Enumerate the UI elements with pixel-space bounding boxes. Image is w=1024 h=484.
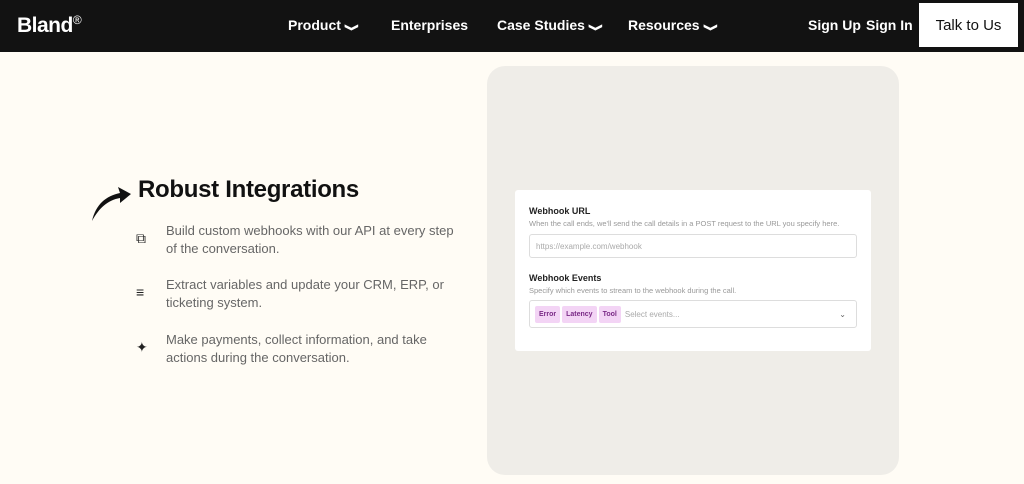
webhook-url-input[interactable]: https://example.com/webhook [529,234,857,258]
nav-label: Enterprises [391,17,469,33]
chevron-down-icon: ⌄ [839,310,846,319]
copy-icon: ⧉ [136,230,146,246]
logo-mark: ® [72,13,82,27]
section-title: Robust Integrations [138,176,359,203]
sliders-icon: ≡ [136,284,145,300]
talk-to-us-button[interactable]: Talk to Us [919,3,1018,47]
magic-wand-icon: ✦ [136,339,148,355]
feature-item: ⧉ Build custom webhooks with our API at e… [136,222,466,258]
feature-item: ✦ Make payments, collect information, and… [136,331,466,367]
top-nav: Bland® Product ❯ Enterprises Case Studies… [0,0,1024,52]
webhook-events-select[interactable]: Error Latency Tool Select events... ⌄ [529,300,857,328]
webhook-events-label: Webhook Events [529,273,602,283]
chevron-down-icon: ❯ [343,23,359,32]
webhook-events-desc: Specify which events to stream to the we… [529,286,737,295]
logo[interactable]: Bland® [17,13,82,38]
nav-case-studies[interactable]: Case Studies ❯ [497,17,603,33]
feature-text: Build custom webhooks with our API at ev… [166,223,454,256]
nav-resources[interactable]: Resources ❯ [628,17,717,33]
feature-text: Make payments, collect information, and … [166,332,427,365]
feature-item: ≡ Extract variables and update your CRM, … [136,276,466,312]
logo-text: Bland [17,14,73,37]
nav-label: Product [288,17,341,33]
event-tag[interactable]: Tool [598,305,621,323]
nav-label: Case Studies [497,17,585,33]
event-tag[interactable]: Latency [562,305,597,323]
webhook-url-desc: When the call ends, we'll send the call … [529,219,840,228]
events-placeholder: Select events... [624,309,680,319]
feature-text: Extract variables and update your CRM, E… [166,277,444,310]
nav-product[interactable]: Product ❯ [288,17,359,33]
arrow-icon [92,187,131,221]
nav-label: Resources [628,17,700,33]
webhook-url-label: Webhook URL [529,206,591,216]
sign-up-link[interactable]: Sign Up [808,17,861,33]
webhook-card: Webhook URL When the call ends, we'll se… [515,190,871,351]
event-tag[interactable]: Error [535,305,561,323]
chevron-down-icon: ❯ [587,23,603,32]
chevron-down-icon: ❯ [702,23,717,32]
sign-in-link[interactable]: Sign In [866,17,913,33]
nav-enterprises[interactable]: Enterprises [391,17,468,33]
